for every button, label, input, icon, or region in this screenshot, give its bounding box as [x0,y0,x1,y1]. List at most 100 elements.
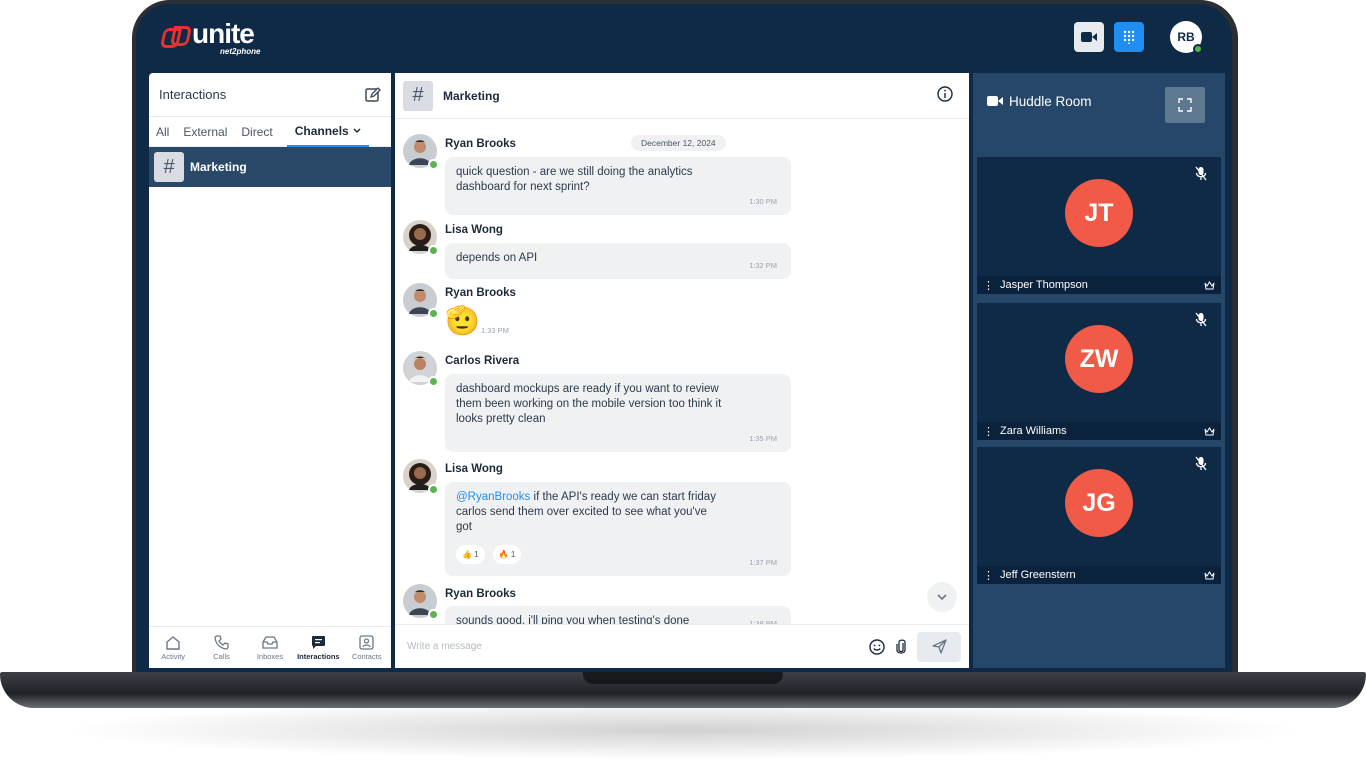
online-status-dot [428,245,439,256]
message-sender: Carlos Rivera [445,355,520,367]
tab-channels-label: Channels [294,123,349,138]
marketing-stage: unite net2phone RB Interactions All Exte… [0,0,1366,779]
more-options-icon[interactable]: ⋮ [983,569,994,582]
chat-channel-title: Marketing [443,88,500,103]
compose-icon[interactable] [365,86,381,103]
tab-channels[interactable]: Channels [286,117,369,147]
crown-icon [1204,570,1215,579]
message-time: 1:35 PM [749,434,777,443]
message-sender: Ryan Brooks [445,138,516,150]
crown-icon [1204,426,1215,435]
expand-button[interactable] [1165,87,1205,123]
video-call-button[interactable] [1074,22,1104,52]
chat-panel: # Marketing December 12, 2024 Ryan Brook… [395,73,969,668]
nav-inboxes-label: Inboxes [256,652,284,661]
participant-name: Jeff Greenstern [1000,569,1076,581]
video-camera-icon [987,96,1003,106]
online-status-dot [1193,44,1203,54]
avatar [403,584,439,620]
reaction-count: 1 [474,550,479,559]
expand-icon [1178,98,1192,112]
logo-subtext: net2phone [220,47,261,56]
mention-link[interactable]: @RyanBrooks [456,491,530,503]
participant-avatar: JG [1065,469,1133,537]
more-options-icon[interactable]: ⋮ [983,279,994,292]
message-sender: Lisa Wong [445,224,503,236]
message-sender: Lisa Wong [445,463,503,475]
nav-interactions-label: Interactions [297,652,340,661]
laptop-notch [583,672,783,684]
dialpad-button[interactable] [1114,22,1144,52]
message-text: sounds good, i'll ping you when testing'… [456,615,690,624]
chat-header: # Marketing [395,73,969,119]
laptop-shadow [60,700,1306,760]
more-options-icon[interactable]: ⋮ [983,425,994,438]
channel-item-label: Marketing [190,160,247,174]
interactions-title: Interactions [159,87,227,102]
phone-icon [214,634,229,650]
participant-tile[interactable]: JG ⋮ Jeff Greenstern [977,447,1221,584]
send-icon [931,639,947,654]
participant-avatar: ZW [1065,325,1133,393]
dialpad-icon [1123,30,1135,44]
huddle-panel: Huddle Room JT ⋮ Jasper Thompson ZW ⋮ Za… [973,73,1225,668]
send-button[interactable] [917,631,961,662]
bottom-nav: Activity Calls Inboxes Interactions Cont… [149,626,391,668]
nav-calls[interactable]: Calls [199,634,245,661]
online-status-dot [428,609,439,620]
message-list: December 12, 2024 Ryan Brooks quick ques… [395,120,969,624]
channel-item-marketing[interactable]: # Marketing [149,147,391,187]
user-initials: RB [1177,30,1195,44]
message-time: 1:33 PM [481,326,509,335]
tab-external[interactable]: External [183,117,227,147]
crown-icon [1204,280,1215,289]
interaction-tabs: All External Direct Channels [149,117,391,147]
nav-contacts[interactable]: Contacts [344,634,390,661]
interactions-panel: Interactions All External Direct Channel… [149,73,391,668]
emoji-icon[interactable] [869,638,885,655]
mic-muted-icon [1195,166,1207,181]
unite-logo: unite [162,20,255,48]
saluting-emoji: 🫡 [445,305,480,336]
message-bubble: quick question - are we still doing the … [445,157,791,215]
tab-all[interactable]: All [156,117,169,147]
user-avatar[interactable]: RB [1170,21,1203,54]
message-bubble: @RyanBrooks if the API's ready we can st… [445,482,791,576]
message-bubble: depends on API 1:32 PM [445,243,791,279]
participant-name: Zara Williams [1000,425,1067,437]
online-status-dot [428,484,439,495]
message-bubble: dashboard mockups are ready if you want … [445,374,791,452]
interactions-header: Interactions [149,73,391,117]
avatar [403,351,439,387]
scroll-down-button[interactable] [927,582,957,612]
reaction-count: 1 [510,550,516,559]
avatar [403,134,439,170]
avatar [403,459,439,495]
chat-bubble-icon [311,635,325,649]
reactions: 👍 1 🔥 1 [456,545,780,564]
info-icon[interactable] [937,86,953,102]
tab-direct[interactable]: Direct [241,117,272,147]
nav-interactions[interactable]: Interactions [295,634,341,661]
message-text: dashboard mockups are ready if you want … [456,383,722,425]
fire-emoji: 🔥 [498,550,509,559]
nav-activity-label: Activity [161,652,186,661]
thumbs-up-emoji: 👍 [462,550,472,559]
reaction-fire[interactable]: 🔥 1 [492,545,522,564]
nav-activity[interactable]: Activity [150,634,196,661]
reaction-thumbs-up[interactable]: 👍 1 [456,545,485,564]
huddle-title: Huddle Room [1009,93,1092,109]
chevron-down-icon [353,127,361,133]
nav-inboxes[interactable]: Inboxes [247,634,293,661]
message-time: 1:30 PM [749,197,777,206]
top-actions: RB [1074,21,1203,54]
paperclip-icon[interactable] [895,638,907,655]
online-status-dot [428,308,439,319]
online-status-dot [428,159,439,170]
message-input[interactable]: Write a message [407,641,869,652]
participant-tile[interactable]: ZW ⋮ Zara Williams [977,303,1221,440]
message-composer: Write a message [395,624,969,668]
message-time: 1:37 PM [749,558,777,567]
participant-tile[interactable]: JT ⋮ Jasper Thompson [977,157,1221,294]
message-bubble: sounds good, i'll ping you when testing'… [445,606,791,624]
